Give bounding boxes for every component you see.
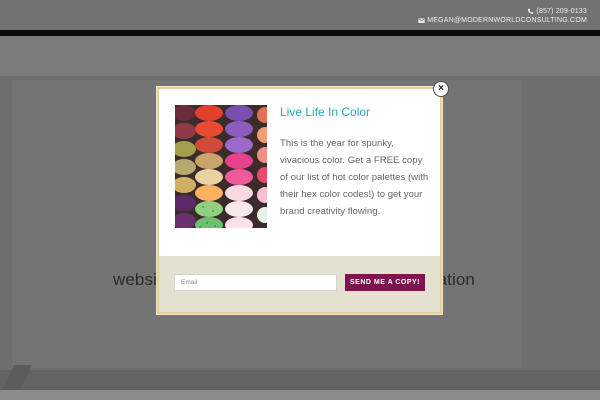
macaron-column-2 xyxy=(195,105,223,228)
contact-info: (857) 209-0133 MEGAN@MODERNWORLDCONSULTI… xyxy=(418,7,587,25)
close-popup-button[interactable]: × xyxy=(434,82,448,96)
email-popup: Live Life In Color This is the year for … xyxy=(157,87,442,314)
nav-band xyxy=(0,36,600,76)
hero-bottom-strip xyxy=(0,370,600,390)
macarons-illustration xyxy=(175,105,267,228)
phone-number[interactable]: (857) 209-0133 xyxy=(536,7,587,16)
footer-line xyxy=(0,390,600,400)
popup-title: Live Life In Color xyxy=(280,105,371,119)
email-input[interactable] xyxy=(174,274,337,291)
phone-icon xyxy=(528,8,534,14)
top-bar: (857) 209-0133 MEGAN@MODERNWORLDCONSULTI… xyxy=(0,0,600,30)
hero-headline-left: websi xyxy=(113,270,157,289)
envelope-icon xyxy=(418,18,426,23)
signup-form: SEND ME A COPY! xyxy=(159,256,440,312)
macaron-column-3 xyxy=(225,105,253,228)
popup-body-text: This is the year for spunky, vivacious c… xyxy=(280,138,429,217)
macarons-image xyxy=(175,105,267,228)
email-address[interactable]: MEGAN@MODERNWORLDCONSULTING.COM xyxy=(427,16,587,25)
hero-headline-right: ation xyxy=(437,270,475,289)
send-me-a-copy-button[interactable]: SEND ME A COPY! xyxy=(345,274,425,291)
